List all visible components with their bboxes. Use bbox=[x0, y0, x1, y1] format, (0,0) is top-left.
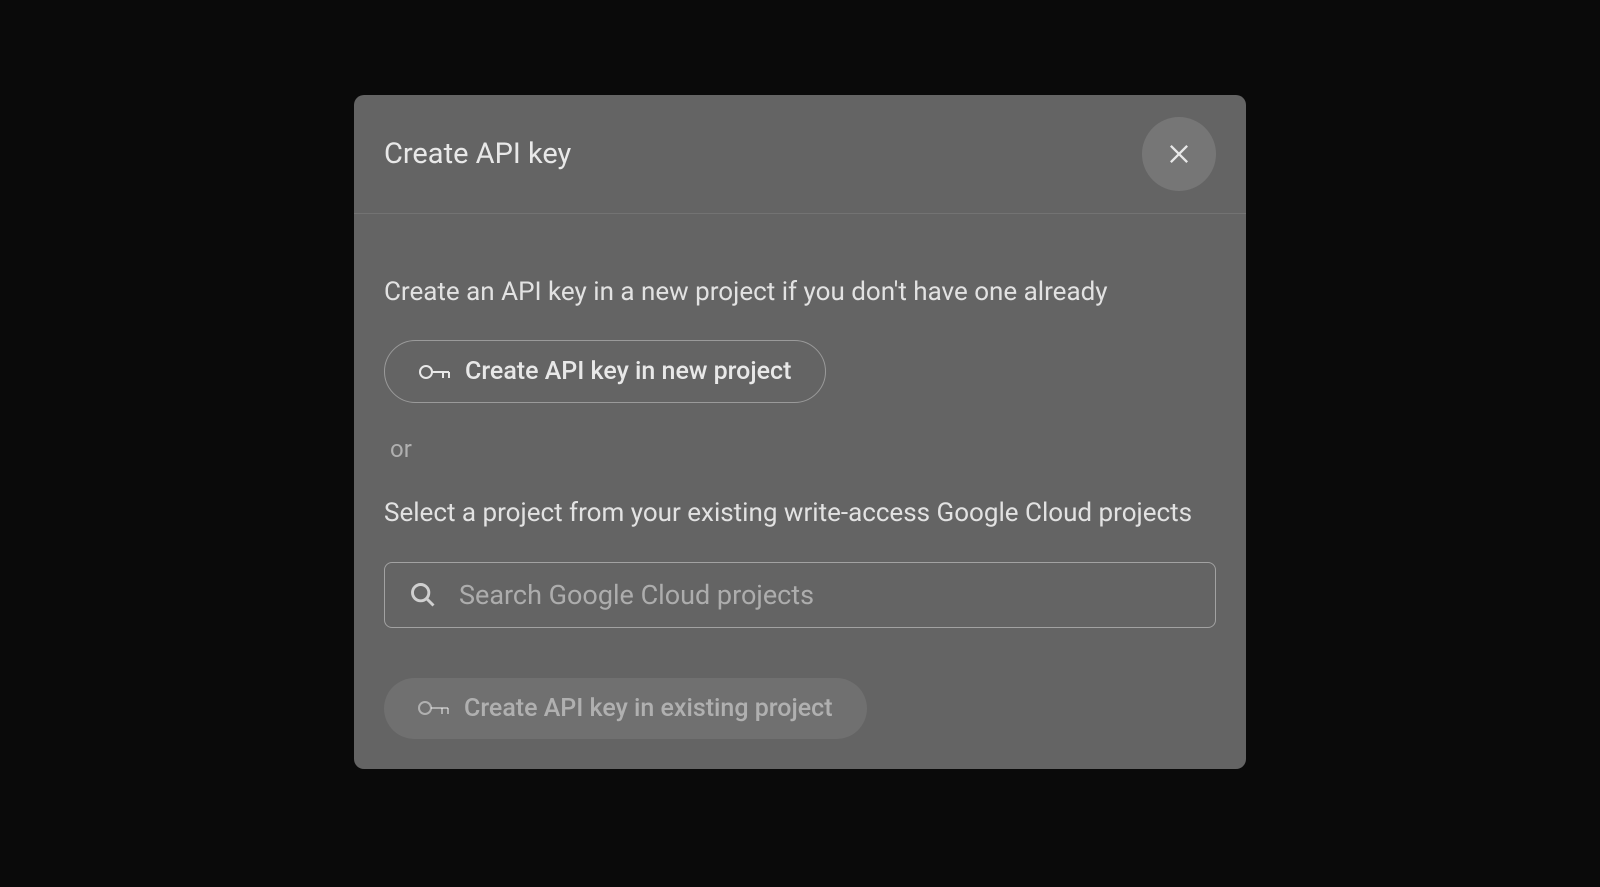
create-existing-project-label: Create API key in existing project bbox=[464, 694, 833, 723]
instruction-existing-project: Select a project from your existing writ… bbox=[384, 495, 1216, 531]
create-api-key-dialog: Create API key Create an API key in a ne… bbox=[354, 95, 1246, 769]
search-wrapper[interactable] bbox=[384, 562, 1216, 628]
create-existing-project-button[interactable]: Create API key in existing project bbox=[384, 678, 867, 739]
or-separator: or bbox=[390, 435, 1216, 463]
close-icon bbox=[1165, 140, 1193, 168]
key-icon bbox=[419, 362, 451, 382]
search-icon bbox=[409, 581, 437, 609]
dialog-header: Create API key bbox=[354, 95, 1246, 214]
instruction-new-project: Create an API key in a new project if yo… bbox=[384, 274, 1216, 310]
close-button[interactable] bbox=[1142, 117, 1216, 191]
key-icon bbox=[418, 698, 450, 718]
create-new-project-label: Create API key in new project bbox=[465, 357, 791, 386]
dialog-body: Create an API key in a new project if yo… bbox=[354, 214, 1246, 769]
create-new-project-button[interactable]: Create API key in new project bbox=[384, 340, 826, 403]
project-search-input[interactable] bbox=[459, 579, 1191, 611]
dialog-title: Create API key bbox=[384, 137, 571, 171]
